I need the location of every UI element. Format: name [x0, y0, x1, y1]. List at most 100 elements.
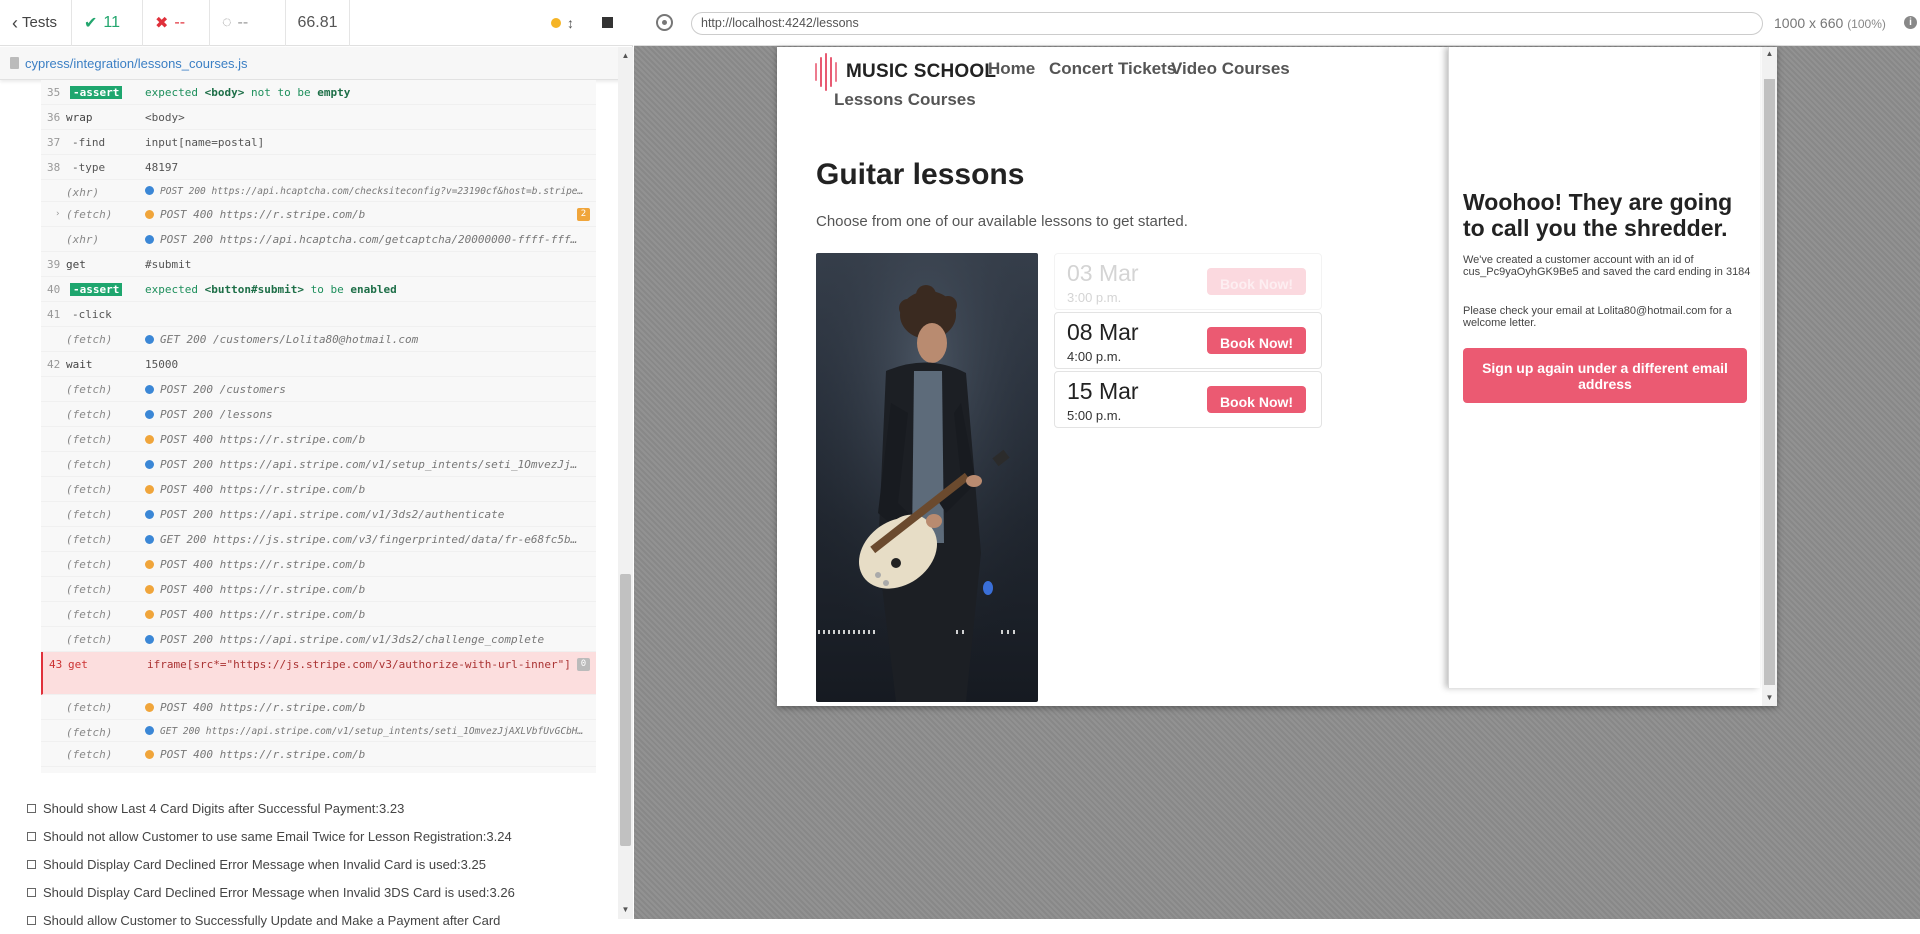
command-message-text: POST 400 https://r.stripe.com/b	[160, 558, 366, 571]
command-row[interactable]: (fetch) POST 400 https://r.stripe.com/b	[41, 742, 596, 767]
command-row[interactable]: (fetch) POST 200 https://api.stripe.com/v…	[41, 452, 596, 477]
runner-pane: http://localhost:4242/lessons 1000 x 660…	[634, 0, 1920, 919]
slot-date: 08 Mar	[1067, 319, 1139, 345]
command-row[interactable]: (xhr)POST 200 https://m.stripe.com/6	[41, 767, 596, 773]
app-scroll-thumb[interactable]	[1764, 79, 1775, 685]
command-count-badge: 2	[577, 208, 590, 221]
failed-count[interactable]: ✖ --	[143, 0, 210, 46]
command-row[interactable]: (fetch) POST 200 https://api.stripe.com/v…	[41, 502, 596, 527]
test-title: Should show Last 4 Card Digits after Suc…	[43, 800, 405, 816]
command-row[interactable]: 35 -assert expected <body> not to be empty	[41, 80, 596, 105]
command-row[interactable]: (fetch) GET 200 https://api.stripe.com/v1…	[41, 720, 596, 742]
reporter-scroll-thumb[interactable]	[620, 574, 631, 846]
book-now-button[interactable]: Book Now!	[1207, 327, 1306, 354]
command-number	[41, 627, 66, 633]
command-row[interactable]: (fetch) POST 200 /customers	[41, 377, 596, 402]
command-message-text: POST 400 https://r.stripe.com/b	[160, 701, 366, 714]
request-error-dot-icon	[145, 750, 154, 759]
test-item[interactable]: Should Display Card Declined Error Messa…	[0, 878, 620, 906]
command-row[interactable]: 38 -type 48197	[41, 155, 596, 180]
command-message: GET 200 /customers/Lolita80@hotmail.com	[145, 327, 596, 350]
command-row[interactable]: (fetch) GET 200 /customers/Lolita80@hotma…	[41, 327, 596, 352]
scroll-down-icon[interactable]: ▼	[620, 905, 631, 914]
app-scroll-up-icon[interactable]: ▲	[1764, 49, 1775, 58]
test-status-icon	[27, 831, 36, 841]
book-now-button[interactable]: Book Now!	[1207, 386, 1306, 413]
test-item[interactable]: Should allow Customer to Successfully Up…	[0, 906, 620, 934]
command-row-failed[interactable]: 43 get iframe[src*="https://js.stripe.com/…	[41, 652, 596, 695]
nav-video-courses[interactable]: Video Courses	[1171, 59, 1290, 79]
command-row[interactable]: (fetch) POST 400 https://r.stripe.com/b	[41, 602, 596, 627]
command-message: POST 200 /lessons	[145, 402, 596, 425]
command-number	[41, 577, 66, 583]
command-row[interactable]: (xhr) POST 200 https://api.hcaptcha.com/c…	[41, 180, 596, 202]
command-row[interactable]: 40 -assert expected <button#submit> to be …	[41, 277, 596, 302]
circle-notch-icon: ◌	[222, 13, 232, 31]
command-row[interactable]: (fetch) POST 200 https://api.stripe.com/v…	[41, 627, 596, 652]
request-error-dot-icon	[145, 210, 154, 219]
nav-lessons-courses[interactable]: Lessons Courses	[834, 90, 976, 110]
command-row[interactable]: (fetch) POST 200 /lessons	[41, 402, 596, 427]
command-number: 41	[47, 308, 61, 321]
stop-icon[interactable]	[602, 17, 613, 28]
command-row[interactable]: › (fetch) POST 400 https://r.stripe.com/b 2	[41, 202, 596, 227]
url-display[interactable]: http://localhost:4242/lessons	[691, 12, 1763, 35]
selector-playground-icon[interactable]	[656, 14, 673, 31]
expand-chevron-icon[interactable]: ›	[55, 209, 60, 219]
sign-up-again-button[interactable]: Sign up again under a different email ad…	[1463, 348, 1747, 403]
command-name: wait	[66, 358, 93, 371]
command-message: POST 400 https://r.stripe.com/b	[145, 427, 596, 450]
command-number	[41, 695, 66, 701]
command-name: (fetch)	[66, 726, 113, 739]
nav-concert-tickets[interactable]: Concert Tickets	[1049, 59, 1176, 79]
passed-count[interactable]: ✔ 11	[72, 0, 143, 46]
command-name: (xhr)	[66, 233, 100, 246]
command-row[interactable]: (fetch) GET 200 https://js.stripe.com/v3/…	[41, 527, 596, 552]
command-row[interactable]: 42 wait 15000	[41, 352, 596, 377]
test-item[interactable]: Should not allow Customer to use same Em…	[0, 822, 620, 850]
test-item[interactable]: Should Display Card Declined Error Messa…	[0, 850, 620, 878]
command-message: <body>	[145, 105, 596, 128]
command-row[interactable]: (fetch) POST 400 https://r.stripe.com/b	[41, 695, 596, 720]
request-success-dot-icon	[145, 335, 154, 344]
command-row[interactable]: (fetch) POST 400 https://r.stripe.com/b	[41, 552, 596, 577]
app-scroll-down-icon[interactable]: ▼	[1764, 693, 1775, 702]
command-row[interactable]: 39 get #submit	[41, 252, 596, 277]
reporter-pane: ‹ Tests ✔ 11 ✖ -- ◌ -- 66.81 ↕ cypress/i…	[0, 0, 633, 928]
command-row[interactable]: (fetch) POST 400 https://r.stripe.com/b	[41, 577, 596, 602]
command-row[interactable]: (fetch) POST 400 https://r.stripe.com/b	[41, 427, 596, 452]
command-number	[41, 377, 66, 383]
command-number	[41, 502, 66, 508]
site-logo[interactable]: MUSIC SCHOOL	[815, 53, 996, 91]
success-email-message: Please check your email at Lolita80@hotm…	[1463, 305, 1732, 329]
command-row[interactable]: 37 -find input[name=postal]	[41, 130, 596, 155]
command-number	[41, 720, 66, 726]
command-row[interactable]: 41 -click	[41, 302, 596, 327]
command-row[interactable]: (fetch) POST 400 https://r.stripe.com/b	[41, 477, 596, 502]
scroll-up-icon[interactable]: ▲	[620, 51, 631, 60]
request-error-dot-icon	[145, 560, 154, 569]
spec-path[interactable]: cypress/integration/lessons_courses.js	[25, 56, 248, 71]
auto-scroll-toggle-icon[interactable]: ↕	[567, 15, 574, 31]
book-now-button[interactable]: Book Now!	[1207, 268, 1306, 295]
command-name: wrap	[66, 111, 93, 124]
command-row[interactable]: (xhr) POST 200 https://api.hcaptcha.com/g…	[41, 227, 596, 252]
lesson-slot: 03 Mar 3:00 p.m. Book Now!	[1054, 253, 1322, 310]
logo-bars-icon	[815, 53, 837, 91]
command-number	[41, 227, 66, 233]
test-title: Should not allow Customer to use same Em…	[43, 828, 512, 844]
nav-home[interactable]: Home	[988, 59, 1035, 79]
request-success-dot-icon	[145, 535, 154, 544]
viewport-dimensions: 1000 x 660	[1774, 15, 1844, 31]
test-status-icon	[27, 915, 36, 925]
command-message: GET 200 https://api.stripe.com/v1/setup_…	[145, 720, 596, 741]
tests-button[interactable]: ‹ Tests	[0, 0, 72, 46]
test-status-icon	[27, 887, 36, 897]
command-row[interactable]: 36 wrap <body>	[41, 105, 596, 130]
pending-count[interactable]: ◌ --	[210, 0, 286, 46]
info-icon[interactable]: i	[1904, 16, 1917, 29]
test-item[interactable]: Should show Last 4 Card Digits after Suc…	[0, 794, 620, 822]
command-message: POST 200 https://api.hcaptcha.com/checks…	[145, 180, 596, 201]
command-name: (fetch)	[66, 408, 113, 421]
command-message: POST 400 https://r.stripe.com/b	[145, 577, 596, 600]
